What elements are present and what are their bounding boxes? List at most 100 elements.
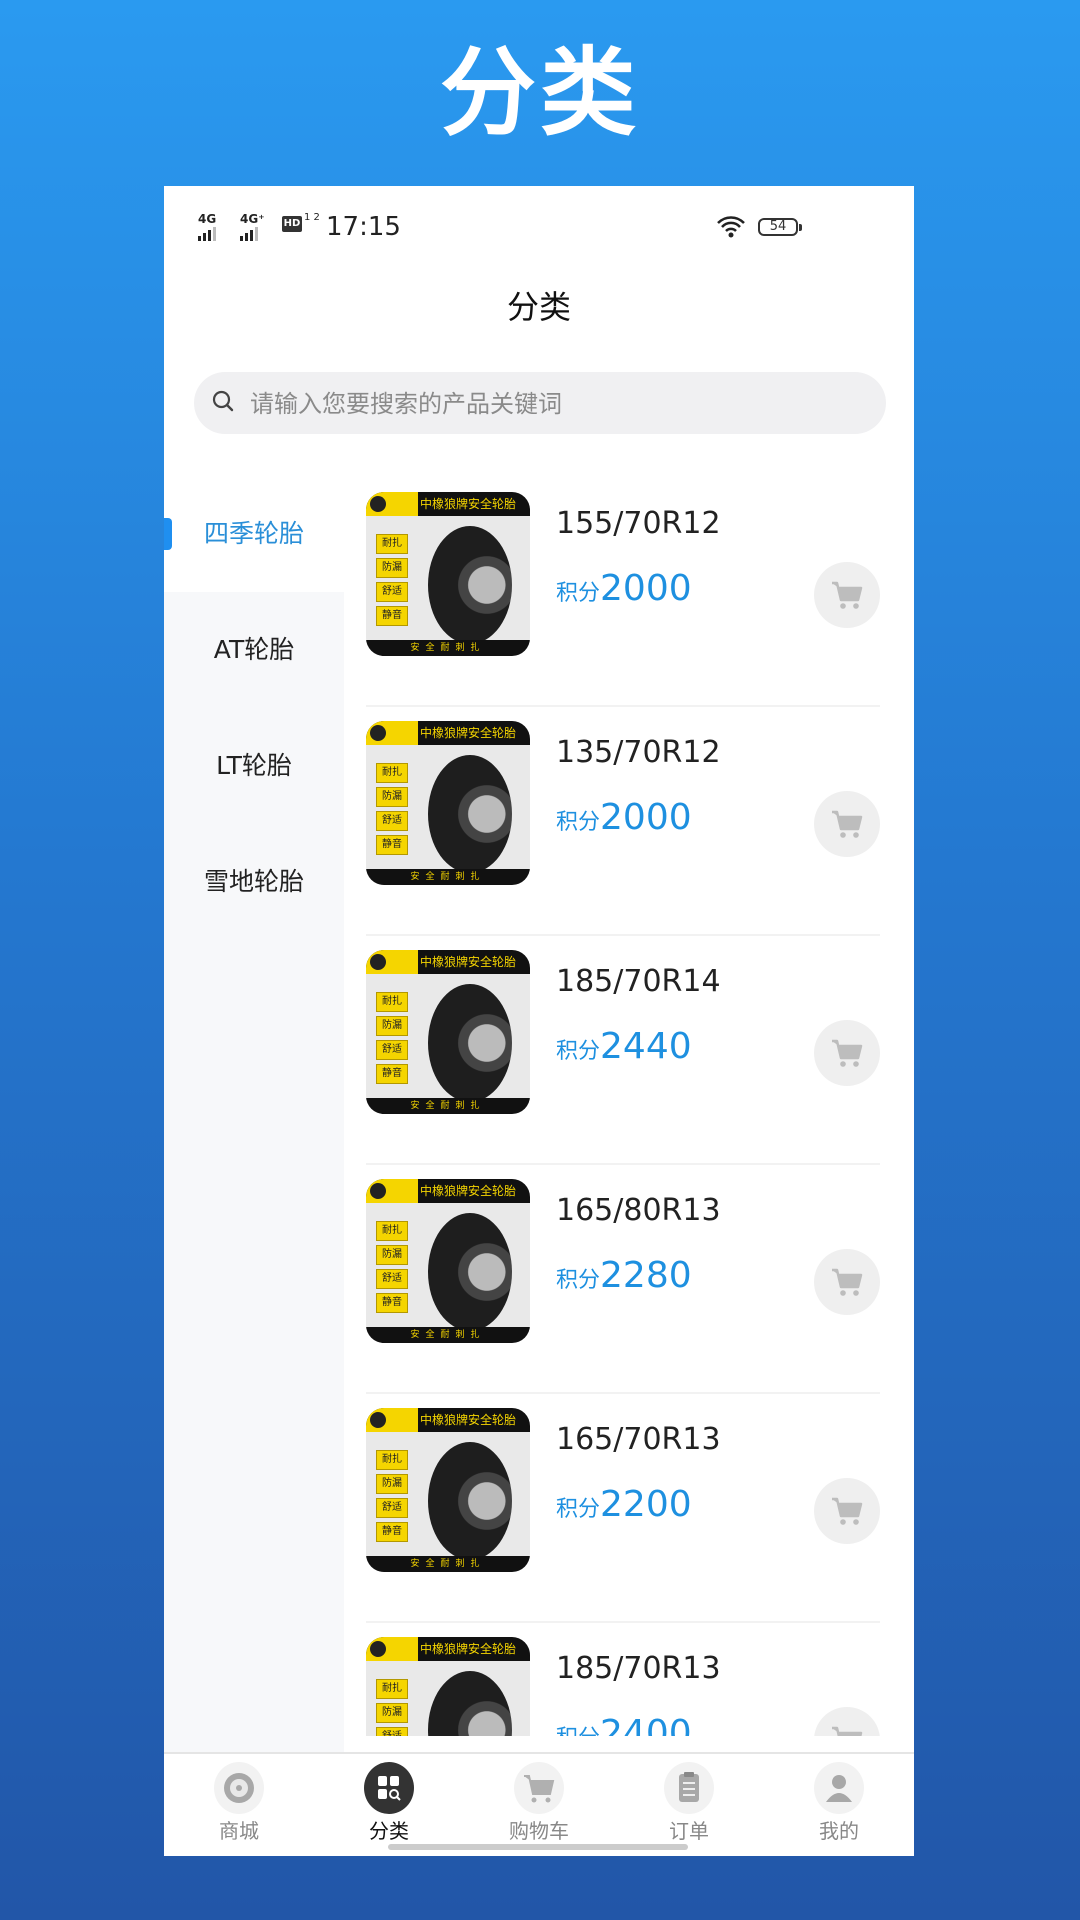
feature-tag: 舒适 [376, 1727, 408, 1736]
brand-logo [366, 721, 418, 745]
battery-icon: 54 [758, 218, 802, 236]
product-item[interactable]: 中橡狼牌安全轮胎 耐扎 防漏 舒适 静音 安全耐刺扎 165/80R13 积分2… [366, 1163, 880, 1394]
hd-icon: HD [282, 216, 302, 232]
brand-text: 中橡狼牌安全轮胎 [420, 1413, 517, 1427]
feature-tag: 静音 [376, 835, 408, 855]
brand-text: 中橡狼牌安全轮胎 [420, 1184, 517, 1198]
product-name: 185/70R13 [556, 1651, 721, 1686]
cart-icon [832, 810, 863, 838]
product-price: 积分2200 [556, 1484, 692, 1525]
tab-profile[interactable]: 我的 [764, 1762, 914, 1844]
add-to-cart-button[interactable] [814, 791, 880, 857]
cart-icon [514, 1762, 564, 1814]
sidebar-item-label: 雪地轮胎 [203, 867, 304, 896]
network-label-1: 4G [198, 212, 217, 226]
price-label: 积分 [556, 1726, 600, 1736]
tab-label: 商城 [219, 1819, 259, 1843]
brand-logo [366, 1637, 418, 1661]
brand-logo [366, 950, 418, 974]
feature-tag: 耐扎 [376, 534, 408, 554]
feature-tag: 静音 [376, 1064, 408, 1084]
tire-image [428, 1442, 512, 1560]
product-price: 积分2400 [556, 1713, 692, 1736]
cart-icon [832, 1268, 863, 1296]
price-value: 2280 [600, 1255, 692, 1296]
search-input[interactable] [248, 372, 852, 436]
feature-tag: 舒适 [376, 582, 408, 602]
image-footer-text: 安全耐刺扎 [366, 1327, 530, 1343]
feature-tag: 舒适 [376, 811, 408, 831]
tire-image [428, 526, 512, 644]
tab-mall[interactable]: 商城 [164, 1762, 314, 1844]
feature-tag: 静音 [376, 606, 408, 626]
feature-tag: 舒适 [376, 1498, 408, 1518]
category-search-icon [364, 1762, 414, 1814]
sidebar-item-lt[interactable]: LT轮胎 [164, 708, 344, 824]
product-name: 135/70R12 [556, 735, 721, 770]
product-image: 中橡狼牌安全轮胎 耐扎 防漏 舒适 静音 安全耐刺扎 [366, 721, 530, 885]
product-image: 中橡狼牌安全轮胎 耐扎 防漏 舒适 静音 安全耐刺扎 [366, 1637, 530, 1736]
network-label-2: 4G⁺ [240, 212, 265, 226]
product-image: 中橡狼牌安全轮胎 耐扎 防漏 舒适 静音 安全耐刺扎 [366, 950, 530, 1114]
product-name: 165/80R13 [556, 1193, 721, 1228]
product-item[interactable]: 中橡狼牌安全轮胎 耐扎 防漏 舒适 静音 安全耐刺扎 165/70R13 积分2… [366, 1392, 880, 1623]
product-item[interactable]: 中橡狼牌安全轮胎 耐扎 防漏 舒适 静音 安全耐刺扎 185/70R14 积分2… [366, 934, 880, 1165]
product-image: 中橡狼牌安全轮胎 耐扎 防漏 舒适 静音 安全耐刺扎 [366, 1408, 530, 1572]
search-bar[interactable] [194, 372, 886, 436]
brand-text: 中橡狼牌安全轮胎 [420, 1642, 517, 1656]
price-value: 2440 [600, 1026, 692, 1067]
phone-screen: 4G 4G⁺ HD 1 2 17:15 54 分类 四季轮胎 AT轮胎 [164, 186, 914, 1856]
sidebar-item-label: LT轮胎 [216, 751, 292, 780]
image-footer-text: 安全耐刺扎 [366, 640, 530, 656]
price-value: 2000 [600, 797, 692, 838]
tab-label: 订单 [669, 1819, 709, 1843]
price-label: 积分 [556, 810, 601, 835]
cart-icon [832, 1039, 863, 1067]
tab-label: 我的 [819, 1819, 859, 1843]
add-to-cart-button[interactable] [814, 1020, 880, 1086]
product-price: 积分2280 [556, 1255, 692, 1296]
cart-icon [832, 1497, 863, 1525]
tab-label: 分类 [369, 1819, 409, 1843]
tire-image [428, 1671, 512, 1736]
feature-tag: 耐扎 [376, 992, 408, 1012]
brand-text: 中橡狼牌安全轮胎 [420, 726, 517, 740]
product-item[interactable]: 中橡狼牌安全轮胎 耐扎 防漏 舒适 静音 安全耐刺扎 185/70R13 积分2… [366, 1621, 880, 1736]
add-to-cart-button[interactable] [814, 1707, 880, 1736]
product-name: 185/70R14 [556, 964, 721, 999]
tab-label: 购物车 [509, 1819, 569, 1843]
home-indicator[interactable] [388, 1844, 688, 1850]
sidebar-item-snow[interactable]: 雪地轮胎 [164, 824, 344, 940]
product-item[interactable]: 中橡狼牌安全轮胎 耐扎 防漏 舒适 静音 安全耐刺扎 155/70R12 积分2… [366, 476, 880, 707]
tab-orders[interactable]: 订单 [614, 1762, 764, 1844]
product-price: 积分2000 [556, 568, 692, 609]
feature-tag: 耐扎 [376, 1450, 408, 1470]
feature-tag: 防漏 [376, 1245, 408, 1265]
clipboard-icon [664, 1762, 714, 1814]
add-to-cart-button[interactable] [814, 562, 880, 628]
product-name: 155/70R12 [556, 506, 721, 541]
product-item[interactable]: 中橡狼牌安全轮胎 耐扎 防漏 舒适 静音 安全耐刺扎 135/70R12 积分2… [366, 705, 880, 936]
add-to-cart-button[interactable] [814, 1478, 880, 1544]
hero-title: 分类 [440, 37, 640, 149]
sidebar-item-all-season[interactable]: 四季轮胎 [164, 476, 344, 592]
product-price: 积分2000 [556, 797, 692, 838]
active-indicator [164, 518, 172, 550]
feature-tag: 防漏 [376, 787, 408, 807]
tab-bar: 商城 分类 购物车 订单 我的 [164, 1752, 914, 1856]
feature-tag: 舒适 [376, 1040, 408, 1060]
tab-cart[interactable]: 购物车 [464, 1762, 614, 1844]
add-to-cart-button[interactable] [814, 1249, 880, 1315]
price-value: 2000 [600, 568, 692, 609]
price-label: 积分 [556, 1497, 601, 1522]
signal-icon-2 [240, 227, 258, 241]
cart-icon [832, 581, 863, 609]
hd-sim-label: 1 2 [304, 212, 320, 223]
feature-tag: 耐扎 [376, 1679, 408, 1699]
feature-tag: 静音 [376, 1522, 408, 1542]
sidebar-item-at[interactable]: AT轮胎 [164, 592, 344, 708]
brand-logo [366, 1179, 418, 1203]
tab-category[interactable]: 分类 [314, 1762, 464, 1844]
feature-tag: 防漏 [376, 1016, 408, 1036]
brand-logo [366, 1408, 418, 1432]
